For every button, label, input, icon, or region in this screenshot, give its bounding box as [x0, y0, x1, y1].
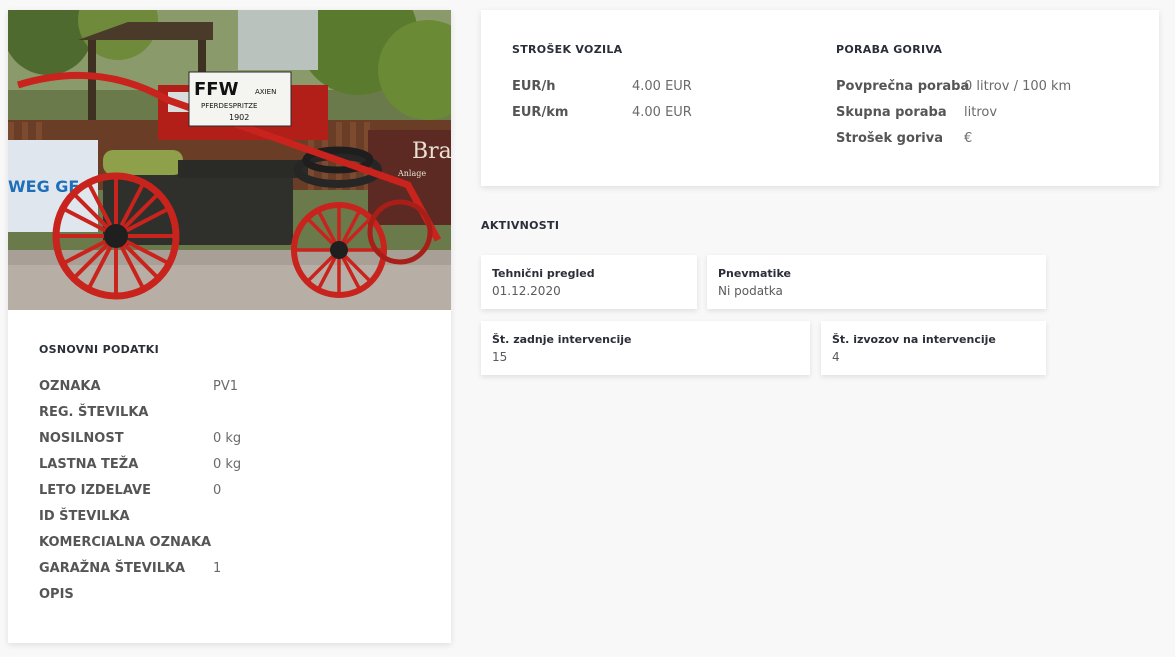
cost-label: EUR/h: [512, 79, 556, 94]
fuel-value: litrov: [964, 105, 998, 120]
fuel-value: 0 litrov / 100 km: [964, 79, 1072, 94]
basic-row-nosilnost: NOSILNOST 0 kg: [39, 431, 439, 451]
basic-value: PV1: [213, 379, 239, 394]
fuel-value: €: [964, 131, 973, 146]
activity-technical-inspection: Tehnični pregled 01.12.2020: [481, 255, 697, 309]
basic-row-reg-stevilka: REG. ŠTEVILKA: [39, 405, 439, 425]
basic-row-oznaka: OZNAKA PV1: [39, 379, 439, 399]
sign-line-1: FFW: [194, 79, 239, 100]
fuel-label: Povprečna poraba: [836, 79, 970, 94]
activity-label: Tehnični pregled: [492, 267, 595, 280]
basic-info-title: OSNOVNI PODATKI: [39, 343, 159, 356]
basic-label: OPIS: [39, 587, 74, 602]
cost-fuel-card: STROŠEK VOZILA EUR/h 4.00 EUR EUR/km 4.0…: [481, 10, 1159, 186]
basic-label: LASTNA TEŽA: [39, 457, 139, 472]
activity-tires: Pnevmatike Ni podatka: [707, 255, 1046, 309]
activity-label: Pnevmatike: [718, 267, 791, 280]
sign-line-2: PFERDESPRITZE: [201, 102, 257, 110]
banner-brand-text: Bra: [412, 139, 451, 164]
activity-value: 4: [832, 350, 840, 364]
basic-value: 0: [213, 483, 222, 498]
basic-value: 1: [213, 561, 222, 576]
fuel-label: Skupna poraba: [836, 105, 947, 120]
vehicle-photo: WEG GE Bra Anlage FFW AXIEN PFERDESPRITZ…: [8, 10, 451, 310]
basic-value: 0 kg: [213, 457, 242, 472]
basic-row-id-stevilka: ID ŠTEVILKA: [39, 509, 439, 529]
cost-value: 4.00 EUR: [632, 105, 692, 120]
basic-row-komercialna-oznaka: KOMERCIALNA OZNAKA: [39, 535, 439, 555]
basic-row-garazna-stevilka: GARAŽNA ŠTEVILKA 1: [39, 561, 439, 581]
basic-row-opis: OPIS: [39, 587, 439, 607]
cost-value: 4.00 EUR: [632, 79, 692, 94]
fuel-label: Strošek goriva: [836, 131, 943, 146]
vehicle-cost-title: STROŠEK VOZILA: [512, 43, 623, 56]
activity-label: Št. izvozov na intervencije: [832, 333, 996, 346]
activity-label: Št. zadnje intervencije: [492, 333, 632, 346]
cost-label: EUR/km: [512, 105, 569, 120]
basic-value: 0 kg: [213, 431, 242, 446]
vehicle-photo-image: WEG GE Bra Anlage FFW AXIEN PFERDESPRITZ…: [8, 10, 451, 310]
activity-value: 01.12.2020: [492, 284, 561, 298]
sign-line-1b: AXIEN: [255, 88, 276, 96]
rear-wheel: [52, 172, 180, 300]
fuel-title: PORABA GORIVA: [836, 43, 943, 56]
activity-value: 15: [492, 350, 508, 364]
basic-label: ID ŠTEVILKA: [39, 509, 130, 524]
vehicle-card: WEG GE Bra Anlage FFW AXIEN PFERDESPRITZ…: [8, 10, 451, 643]
basic-label: REG. ŠTEVILKA: [39, 405, 149, 420]
banner-text: WEG GE: [8, 177, 79, 196]
basic-label: NOSILNOST: [39, 431, 124, 446]
basic-label: KOMERCIALNA OZNAKA: [39, 535, 212, 550]
activity-last-intervention: Št. zadnje intervencije 15: [481, 321, 810, 375]
basic-row-lastna-teza: LASTNA TEŽA 0 kg: [39, 457, 439, 477]
basic-label: OZNAKA: [39, 379, 101, 394]
sign-line-3: 1902: [229, 113, 249, 122]
basic-label: GARAŽNA ŠTEVILKA: [39, 561, 186, 576]
banner-small-text: Anlage: [397, 169, 426, 178]
activity-intervention-count: Št. izvozov na intervencije 4: [821, 321, 1046, 375]
basic-label: LETO IZDELAVE: [39, 483, 151, 498]
activities-title: AKTIVNOSTI: [481, 219, 560, 232]
basic-row-leto-izdelave: LETO IZDELAVE 0: [39, 483, 439, 503]
activity-value: Ni podatka: [718, 284, 783, 298]
